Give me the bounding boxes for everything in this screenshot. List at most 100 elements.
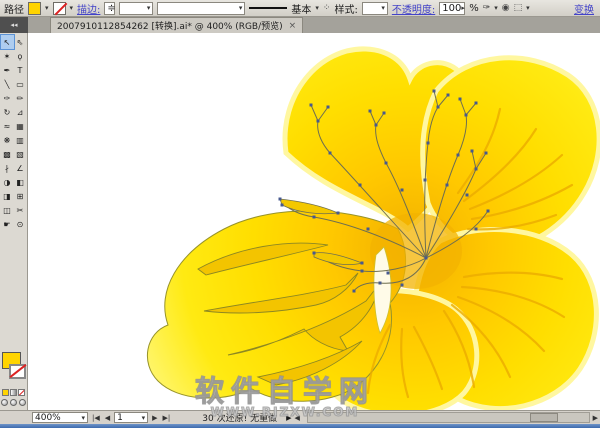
tool-graph-tool[interactable]: ▥ bbox=[14, 133, 27, 147]
last-artboard-icon[interactable]: ▶| bbox=[162, 414, 172, 422]
tool-live-paint-selection-tool[interactable]: ◨ bbox=[1, 189, 14, 203]
screen-mode-normal-button[interactable] bbox=[1, 399, 8, 406]
opacity-input[interactable]: 100▸ bbox=[439, 2, 465, 15]
anchor-point[interactable] bbox=[437, 106, 440, 109]
chevron-down-icon[interactable]: ▾ bbox=[494, 4, 498, 12]
fill-color-swatch[interactable] bbox=[28, 2, 41, 15]
tool-warp-tool[interactable]: ≈ bbox=[1, 119, 14, 133]
anchor-point[interactable] bbox=[367, 228, 370, 231]
tool-type-tool[interactable]: T bbox=[14, 63, 27, 77]
anchor-point[interactable] bbox=[475, 102, 478, 105]
tool-slice-tool[interactable]: ◫ bbox=[1, 203, 14, 217]
anchor-point[interactable] bbox=[487, 210, 490, 213]
document-tab[interactable]: 2007910112854262 [转换].ai* @ 400% (RGB/预览… bbox=[50, 17, 303, 33]
anchor-point[interactable] bbox=[387, 272, 390, 275]
scroll-right-icon[interactable]: ▶ bbox=[593, 414, 598, 422]
anchor-point[interactable] bbox=[401, 284, 404, 287]
screen-mode-full-button[interactable] bbox=[19, 399, 26, 406]
anchor-point[interactable] bbox=[425, 257, 428, 260]
anchor-point[interactable] bbox=[313, 216, 316, 219]
gradient-mode-button[interactable] bbox=[10, 389, 17, 396]
toolbox-stroke-swatch[interactable] bbox=[9, 364, 26, 379]
tool-magic-wand-tool[interactable]: ✶ bbox=[1, 49, 14, 63]
anchor-point[interactable] bbox=[447, 94, 450, 97]
style-select[interactable]: ▾ bbox=[362, 2, 388, 15]
tool-eyedropper-tool[interactable]: ∤ bbox=[1, 161, 14, 175]
anchor-point[interactable] bbox=[327, 106, 330, 109]
tool-pen-tool[interactable]: ✒ bbox=[1, 63, 14, 77]
anchor-point[interactable] bbox=[379, 282, 382, 285]
tool-scissors-tool[interactable]: ✂ bbox=[14, 203, 27, 217]
style-grid-icon[interactable]: ⁘ bbox=[323, 3, 331, 13]
transform-panel-link[interactable]: 变换 bbox=[574, 1, 594, 16]
tool-hand-tool[interactable]: ☛ bbox=[1, 217, 14, 231]
horizontal-scrollbar[interactable] bbox=[307, 412, 590, 423]
tool-line-segment-tool[interactable]: ╲ bbox=[1, 77, 14, 91]
anchor-point[interactable] bbox=[385, 162, 388, 165]
color-mode-button[interactable] bbox=[2, 389, 9, 396]
screen-mode-full-menu-button[interactable] bbox=[10, 399, 17, 406]
stroke-color-swatch[interactable] bbox=[53, 2, 66, 15]
anchor-point[interactable] bbox=[465, 114, 468, 117]
tool-free-transform-tool[interactable]: ▦ bbox=[14, 119, 27, 133]
tool-direct-selection-tool[interactable]: ⇖ bbox=[14, 35, 27, 49]
anchor-point[interactable] bbox=[375, 124, 378, 127]
anchor-point[interactable] bbox=[337, 212, 340, 215]
stroke-weight-select[interactable]: ▾ bbox=[119, 2, 153, 15]
stroke-panel-link[interactable]: 描边: bbox=[77, 1, 100, 16]
tool-pencil-tool[interactable]: ✏ bbox=[14, 91, 27, 105]
anchor-point[interactable] bbox=[310, 104, 313, 107]
tool-crop-area-tool[interactable]: ⊞ bbox=[14, 189, 27, 203]
anchor-point[interactable] bbox=[279, 198, 282, 201]
chevron-down-icon[interactable]: ▾ bbox=[526, 4, 530, 12]
horizontal-scrollbar-thumb[interactable] bbox=[530, 413, 558, 422]
artboard-canvas[interactable] bbox=[28, 33, 600, 410]
tool-lasso-tool[interactable]: ϙ bbox=[14, 49, 27, 63]
anchor-point[interactable] bbox=[401, 189, 404, 192]
anchor-point[interactable] bbox=[353, 290, 356, 293]
tool-blend-tool[interactable]: ◑ bbox=[1, 175, 14, 189]
anchor-point[interactable] bbox=[433, 90, 436, 93]
tool-measure-tool[interactable]: ∠ bbox=[14, 161, 27, 175]
anchor-point[interactable] bbox=[475, 228, 478, 231]
next-artboard-icon[interactable]: ▶ bbox=[151, 414, 158, 422]
anchor-point[interactable] bbox=[313, 252, 316, 255]
tool-zoom-tool[interactable]: ⊙ bbox=[14, 217, 27, 231]
opacity-panel-link[interactable]: 不透明度: bbox=[392, 1, 435, 16]
anchor-point[interactable] bbox=[466, 194, 469, 197]
anchor-point[interactable] bbox=[361, 262, 364, 265]
prev-artboard-icon[interactable]: ◀ bbox=[104, 414, 111, 422]
anchor-point[interactable] bbox=[427, 142, 430, 145]
tool-rectangle-tool[interactable]: ▭ bbox=[14, 77, 27, 91]
tool-rotate-tool[interactable]: ↻ bbox=[1, 105, 14, 119]
status-flyout-icon[interactable]: ▶ bbox=[286, 414, 291, 422]
stroke-weight-stepper[interactable]: ≑ bbox=[104, 2, 115, 15]
tool-gradient-tool[interactable]: ▧ bbox=[14, 147, 27, 161]
none-mode-button[interactable] bbox=[18, 389, 25, 396]
tool-paintbrush-tool[interactable]: ✑ bbox=[1, 91, 14, 105]
brush-definition-select[interactable]: ▾ bbox=[157, 2, 245, 15]
anchor-point[interactable] bbox=[361, 270, 364, 273]
scroll-left-icon[interactable]: ◀ bbox=[294, 414, 299, 422]
anchor-point[interactable] bbox=[457, 154, 460, 157]
anchor-point[interactable] bbox=[459, 98, 462, 101]
zoom-level-select[interactable]: 400% ▾ bbox=[32, 412, 88, 423]
anchor-point[interactable] bbox=[424, 179, 427, 182]
anchor-point[interactable] bbox=[383, 112, 386, 115]
anchor-point[interactable] bbox=[471, 150, 474, 153]
brush-options-icon[interactable]: ✑ bbox=[483, 3, 491, 13]
anchor-point[interactable] bbox=[369, 110, 372, 113]
recolor-artwork-icon[interactable]: ◉ bbox=[502, 3, 510, 13]
tool-symbol-sprayer-tool[interactable]: ❋ bbox=[1, 133, 14, 147]
anchor-point[interactable] bbox=[359, 184, 362, 187]
anchor-point[interactable] bbox=[281, 204, 284, 207]
tool-mesh-tool[interactable]: ▩ bbox=[1, 147, 14, 161]
close-icon[interactable]: × bbox=[289, 21, 297, 31]
anchor-point[interactable] bbox=[446, 184, 449, 187]
tool-scale-tool[interactable]: ⊿ bbox=[14, 105, 27, 119]
tool-selection-tool[interactable]: ↖ bbox=[1, 35, 14, 49]
chevron-down-icon[interactable]: ▾ bbox=[315, 4, 319, 12]
anchor-point[interactable] bbox=[329, 152, 332, 155]
stroke-dropdown-icon[interactable]: ▾ bbox=[70, 4, 74, 12]
artboard-number-select[interactable]: 1 ▾ bbox=[114, 412, 148, 423]
